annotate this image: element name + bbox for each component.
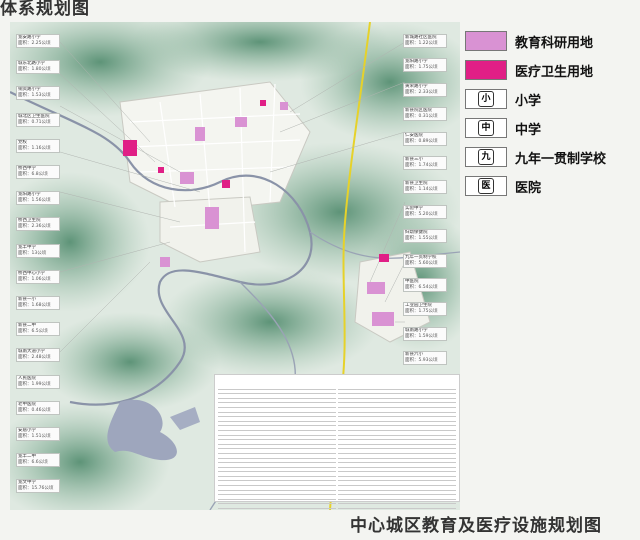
facility-area: 面积：2.33公顷 xyxy=(405,89,438,95)
legend-item: 医疗卫生用地 xyxy=(465,57,635,83)
facility-area: 面积：1.55公顷 xyxy=(405,236,438,242)
legend-swatch: 小 xyxy=(465,89,507,109)
facility-area: 面积：0.46公顷 xyxy=(18,407,51,413)
facility-area: 面积：1.06公顷 xyxy=(18,276,51,282)
legend-item: 教育科研用地 xyxy=(465,28,635,54)
facility-area: 面积：6.8公顷 xyxy=(18,172,48,177)
facility-label[interactable]: 宽丰二中 面积：6.6公顷 xyxy=(16,453,60,468)
education-table xyxy=(218,377,336,510)
facility-label[interactable]: 城南路小学 面积：1.59公顷 xyxy=(403,326,447,341)
facility-label[interactable]: 安居小学 面积：1.51公顷 xyxy=(16,427,60,441)
facility-area: 面积：1.80公顷 xyxy=(18,67,51,73)
facility-label[interactable]: 九年一贯制学校 面积：5.60公顷 xyxy=(403,253,447,268)
facility-label[interactable]: 桥西卫生院 面积：2.36公顷 xyxy=(16,217,60,232)
facility-label[interactable]: 城北区卫生医院 面积：0.71公顷 xyxy=(16,112,60,127)
facility-area: 面积：1.22公顷 xyxy=(405,41,438,46)
facility-area: 面积：15.76公顷 xyxy=(18,486,54,492)
facility-label[interactable]: 铜资路小学 面积：1.53公顷 xyxy=(16,86,60,101)
facility-label[interactable]: 城南大道小学 面积：2.48公顷 xyxy=(16,348,60,363)
legend-item: 小 小学 xyxy=(465,86,635,112)
facility-label[interactable]: 中医院 面积：6.54公顷 xyxy=(403,278,447,292)
facility-label[interactable]: 宽丰中学 面积：13公顷 xyxy=(16,243,60,258)
facility-label[interactable]: 桥西中心小学 面积：1.06公顷 xyxy=(16,269,60,284)
medical-table xyxy=(338,377,456,510)
top-title: 体系规划图 xyxy=(0,0,90,19)
facility-label[interactable]: 新县三小 面积：1.74公顷 xyxy=(403,156,447,170)
facility-label[interactable]: 老中医院 面积：0.46公顷 xyxy=(16,400,60,415)
facility-label[interactable]: 宽阳路小学 面积：1.56公顷 xyxy=(16,191,60,206)
legend-swatch: 医 xyxy=(465,176,507,196)
table-row xyxy=(218,509,336,510)
facility-area: 面积：5.93公顷 xyxy=(405,358,438,364)
legend-swatch xyxy=(465,60,507,80)
legend-item: 九 九年一贯制学校 xyxy=(465,144,635,170)
legend-label: 小学 xyxy=(515,93,542,109)
facility-label[interactable]: 宽阳路小学 面积：1.75公顷 xyxy=(403,58,447,73)
facility-label[interactable]: 新县卫生院 面积：1.14公顷 xyxy=(403,180,447,195)
legend-swatch xyxy=(465,31,507,51)
facility-label[interactable]: 宽文中学 面积：15.76公顷 xyxy=(16,479,60,494)
legend-label: 中学 xyxy=(515,122,542,138)
legend-glyph-icon: 小 xyxy=(478,91,494,107)
facility-area: 面积：6.5公顷 xyxy=(18,329,48,335)
facility-area: 面积：1.53公顷 xyxy=(18,93,51,99)
facility-label[interactable]: 新县六小 面积：5.93公顷 xyxy=(403,351,447,366)
facility-label[interactable]: 桥西中学 面积：6.8公顷 xyxy=(16,165,60,179)
facility-area: 面积：1.59公顷 xyxy=(405,333,438,339)
facility-label[interactable]: 新县院区医院 面积：0.31公顷 xyxy=(403,107,447,122)
facility-label[interactable]: 城东北路小学 面积：1.80公顷 xyxy=(16,60,60,75)
planning-map[interactable]: 宽安路小学 面积：2.25公顷 城东北路小学 面积：1.80公顷 铜资路小学 面积：1.5… xyxy=(10,22,460,510)
facility-label[interactable]: 宽安路小学 面积：2.25公顷 xyxy=(16,34,60,48)
facility-area: 面积：1.75公顷 xyxy=(405,65,438,71)
facility-area: 面积：2.48公顷 xyxy=(18,355,51,361)
facility-area: 面积：1.16公顷 xyxy=(18,145,51,151)
legend-swatch: 九 xyxy=(465,147,507,167)
facility-area: 面积：13公顷 xyxy=(18,250,47,256)
facility-label[interactable]: 黄荣路小学 面积：2.33公顷 xyxy=(403,82,447,97)
facility-label[interactable]: 工业园卫生院 面积：1.75公顷 xyxy=(403,302,447,317)
facility-label[interactable]: 人民医院 面积：1.99公顷 xyxy=(16,374,60,389)
legend-label: 教育科研用地 xyxy=(515,35,594,51)
legend-label: 九年一贯制学校 xyxy=(515,151,607,167)
facility-label[interactable]: 新县一小 面积：1.68公顷 xyxy=(16,296,60,310)
facility-area: 面积：1.14公顷 xyxy=(405,187,438,193)
facility-label[interactable]: 仁安医院 面积：0.89公顷 xyxy=(403,131,447,146)
facility-area: 面积：1.74公顷 xyxy=(405,163,438,168)
facility-area: 面积：1.68公顷 xyxy=(18,303,51,308)
facility-area: 面积：5.60公顷 xyxy=(405,260,438,266)
map-legend: 教育科研用地 医疗卫生用地小 小学中 中学九 九年一贯制学校医 医院 xyxy=(465,28,635,202)
map-caption: 中心城区教育及医疗设施规划图 xyxy=(350,516,602,536)
legend-glyph-icon: 医 xyxy=(478,178,494,194)
legend-swatch: 中 xyxy=(465,118,507,138)
table-row xyxy=(338,509,456,510)
facility-label[interactable]: 新县二中 面积：6.5公顷 xyxy=(16,322,60,337)
facility-area: 面积：0.71公顷 xyxy=(18,119,51,125)
facility-area: 面积：1.51公顷 xyxy=(18,434,51,439)
education-table-title xyxy=(218,377,336,383)
legend-glyph-icon: 中 xyxy=(478,120,494,136)
legend-item: 中 中学 xyxy=(465,115,635,141)
legend-label: 医院 xyxy=(515,180,542,196)
facility-area: 面积：1.75公顷 xyxy=(405,309,438,315)
facility-area: 面积：6.6公顷 xyxy=(18,460,48,466)
legend-item: 医 医院 xyxy=(465,173,635,199)
facility-area: 面积：0.89公顷 xyxy=(405,138,438,144)
medical-table-title xyxy=(338,377,456,383)
facility-area: 面积：2.25公顷 xyxy=(18,41,51,46)
facility-tables xyxy=(214,374,460,510)
facility-area: 面积：5.20公顷 xyxy=(405,211,438,217)
legend-label: 医疗卫生用地 xyxy=(515,64,594,80)
facility-area: 面积：6.54公顷 xyxy=(405,285,438,290)
facility-label[interactable]: 妇幼保健院 面积：1.55公顷 xyxy=(403,229,447,244)
facility-label[interactable]: 党校 面积：1.16公顷 xyxy=(16,138,60,153)
facility-label[interactable]: 实验中学 面积：5.20公顷 xyxy=(403,204,447,219)
facility-area: 面积：1.56公顷 xyxy=(18,198,51,204)
facility-area: 面积：2.36公顷 xyxy=(18,224,51,230)
facility-area: 面积：1.99公顷 xyxy=(18,381,51,387)
facility-area: 面积：0.31公顷 xyxy=(405,114,438,120)
legend-glyph-icon: 九 xyxy=(478,149,494,165)
facility-label[interactable]: 新城路社区医院 面积：1.22公顷 xyxy=(403,34,447,48)
